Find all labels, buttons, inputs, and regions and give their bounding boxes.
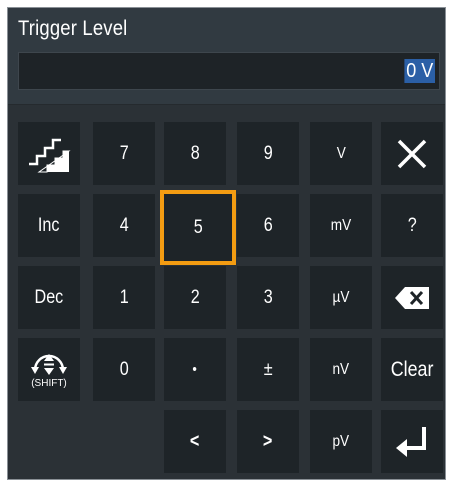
digit-5-key[interactable]: 5 (160, 190, 236, 265)
digit-8-key[interactable]: 8 (164, 122, 226, 185)
digit-6-label: 6 (263, 214, 273, 236)
plus-minus-key[interactable]: ± (237, 338, 299, 401)
digit-1-label: 1 (119, 286, 129, 308)
digit-0-key[interactable]: 0 (93, 338, 155, 401)
close-button[interactable] (381, 122, 443, 185)
enter-button[interactable] (381, 410, 443, 473)
cursor-right-label: > (263, 430, 273, 452)
cursor-left-label: < (190, 430, 200, 452)
unit-uv-label: µV (332, 288, 350, 306)
digit-4-key[interactable]: 4 (93, 194, 155, 257)
trigger-level-dialog: Trigger Level 0 V 7 8 9 V Inc 4 5 6 mV ?… (7, 7, 446, 480)
cursor-right-key[interactable]: > (237, 410, 299, 473)
dec-label: Dec (34, 286, 64, 308)
digit-2-label: 2 (190, 286, 200, 308)
clear-label: Clear (390, 357, 434, 381)
digit-0-label: 0 (119, 358, 129, 380)
unit-uv-key[interactable]: µV (310, 266, 372, 329)
digit-7-key[interactable]: 7 (93, 122, 155, 185)
decimal-point-key[interactable]: • (164, 338, 226, 401)
shift-key[interactable]: (SHIFT) (18, 338, 80, 401)
digit-8-label: 8 (190, 142, 200, 164)
cursor-left-key[interactable]: < (164, 410, 226, 473)
backspace-icon (395, 286, 429, 309)
digit-2-key[interactable]: 2 (164, 266, 226, 329)
digit-4-label: 4 (119, 214, 129, 236)
divider (8, 104, 445, 105)
unit-v-key[interactable]: V (310, 122, 372, 185)
inc-key[interactable]: Inc (18, 194, 80, 257)
unit-pv-label: pV (332, 432, 350, 450)
digit-6-key[interactable]: 6 (237, 194, 299, 257)
unit-pv-key[interactable]: pV (310, 410, 372, 473)
help-label: ? (407, 214, 417, 236)
shift-rotary-icon (31, 354, 67, 375)
digit-3-key[interactable]: 3 (237, 266, 299, 329)
help-key[interactable]: ? (381, 194, 443, 257)
backspace-button[interactable] (381, 266, 443, 329)
unit-nv-label: nV (332, 360, 350, 378)
dialog-title: Trigger Level (18, 17, 128, 40)
digit-3-label: 3 (263, 286, 273, 308)
dialog-header: Trigger Level 0 V (8, 8, 445, 104)
unit-mv-label: mV (330, 216, 352, 234)
value-text: 0 V (404, 59, 435, 83)
plus-minus-label: ± (263, 358, 273, 380)
step-icon (29, 138, 71, 172)
shift-label: (SHIFT) (31, 378, 67, 389)
enter-icon (396, 426, 426, 457)
digit-9-key[interactable]: 9 (237, 122, 299, 185)
clear-key[interactable]: Clear (381, 338, 443, 401)
step-size-key[interactable] (18, 122, 80, 185)
dec-key[interactable]: Dec (18, 266, 80, 329)
value-display[interactable]: 0 V (18, 52, 440, 90)
digit-5-label: 5 (193, 216, 203, 238)
unit-nv-key[interactable]: nV (310, 338, 372, 401)
digit-7-label: 7 (119, 142, 129, 164)
decimal-point-label: • (192, 361, 198, 378)
unit-v-label: V (336, 144, 346, 162)
inc-label: Inc (38, 214, 60, 236)
unit-mv-key[interactable]: mV (310, 194, 372, 257)
digit-9-label: 9 (263, 142, 273, 164)
close-icon (397, 139, 427, 168)
digit-1-key[interactable]: 1 (93, 266, 155, 329)
